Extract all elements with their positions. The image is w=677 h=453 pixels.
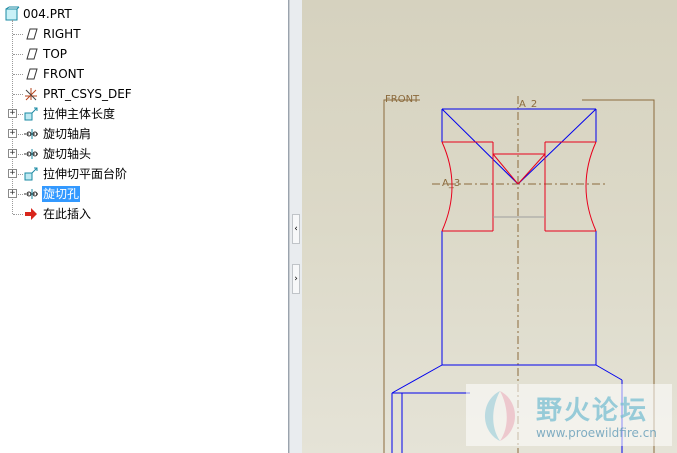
expand-toggle-icon[interactable]: + <box>8 169 17 178</box>
tree-item-label: FRONT <box>43 67 84 81</box>
tree-item[interactable]: + 旋切轴肩 <box>0 124 288 144</box>
watermark-url: www.proewildfire.cn <box>536 426 657 440</box>
tree-item[interactable]: PRT_CSYS_DEF <box>0 84 288 104</box>
tree-connector <box>13 74 23 75</box>
model-tree-panel: 004.PRT RIGHT TOP FRONT PRT_CSYS_DEF + 拉伸主体长度… <box>0 0 289 453</box>
extrude-icon <box>23 166 39 182</box>
tree-item-label: 旋切轴肩 <box>43 127 92 141</box>
tree-item[interactable]: + 拉伸切平面台阶 <box>0 164 288 184</box>
tree-item[interactable]: FRONT <box>0 64 288 84</box>
watermark-title: 野火论坛 <box>536 396 649 426</box>
tree-connector <box>13 54 23 55</box>
tree-connector <box>13 214 23 215</box>
tree-item-label: 拉伸切平面台阶 <box>43 167 128 181</box>
graphics-window[interactable]: FRONT A_2 A_3 野火论坛 www.proewildfire.cn <box>302 0 677 453</box>
datum-plane-icon <box>23 66 39 82</box>
tree-item[interactable]: + 拉伸主体长度 <box>0 104 288 124</box>
tree-item-label: PRT_CSYS_DEF <box>43 87 132 101</box>
tree-connector <box>13 94 23 95</box>
tree-item[interactable]: RIGHT <box>0 24 288 44</box>
datum-plane-icon <box>23 46 39 62</box>
axis-a2-label: A_2 <box>519 99 537 110</box>
expand-toggle-icon[interactable]: + <box>8 189 17 198</box>
collapse-panel-button[interactable]: ‹ <box>292 214 300 244</box>
axis-a3-label: A_3 <box>442 178 460 189</box>
expand-toggle-icon[interactable]: + <box>8 109 17 118</box>
tree-item[interactable]: TOP <box>0 44 288 64</box>
front-datum-label: FRONT <box>385 94 420 105</box>
datum-plane-icon <box>23 26 39 42</box>
expand-toggle-icon[interactable]: + <box>8 149 17 158</box>
tree-item-label: 在此插入 <box>43 207 92 221</box>
forum-watermark: 野火论坛 www.proewildfire.cn <box>466 384 672 446</box>
tree-item-label: RIGHT <box>43 27 81 41</box>
extrude-icon <box>23 106 39 122</box>
expand-toggle-icon[interactable]: + <box>8 129 17 138</box>
tree-item[interactable]: 在此插入 <box>0 204 288 224</box>
tree-item-label: 旋切孔 <box>42 186 81 202</box>
revolve-icon <box>23 186 39 202</box>
watermark-logo-icon <box>485 391 515 441</box>
insert-here-arrow-icon <box>23 206 39 222</box>
tree-root[interactable]: 004.PRT <box>0 4 288 24</box>
revolve-icon <box>23 146 39 162</box>
revolve-icon <box>23 126 39 142</box>
tree-item[interactable]: + 旋切孔 <box>0 184 288 204</box>
tree-item[interactable]: + 旋切轴头 <box>0 144 288 164</box>
expand-panel-button[interactable]: › <box>292 264 300 294</box>
tree-item-label: 旋切轴头 <box>43 147 92 161</box>
highlighted-feature <box>441 141 597 232</box>
tree-item-label: 拉伸主体长度 <box>43 107 116 121</box>
tree-item-label: TOP <box>43 47 68 61</box>
panel-splitter[interactable]: ‹ › <box>289 0 303 453</box>
tree-root-label: 004.PRT <box>23 7 72 21</box>
coordinate-system-icon <box>23 86 39 102</box>
tree-connector <box>13 34 23 35</box>
